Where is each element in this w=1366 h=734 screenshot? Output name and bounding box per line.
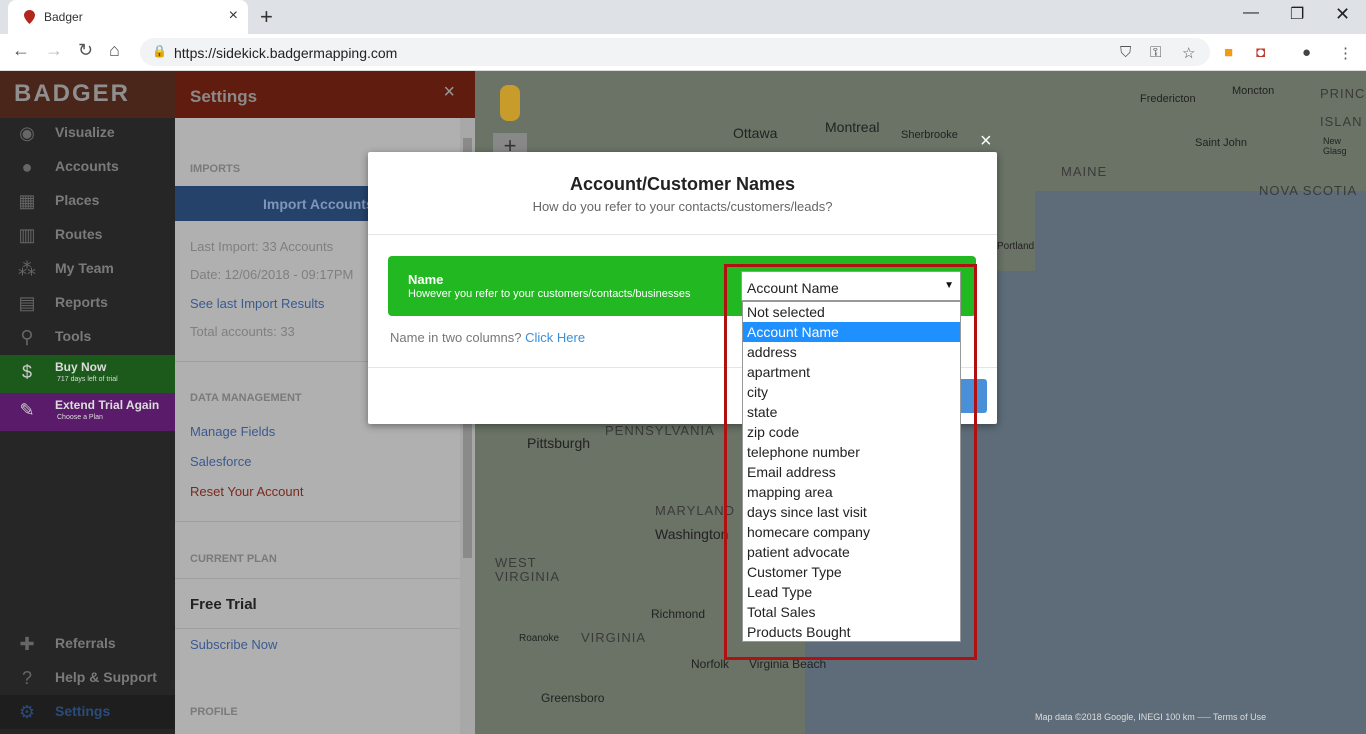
minimize-icon[interactable]: — xyxy=(1243,4,1259,22)
shield-icon[interactable]: ⛉ xyxy=(1120,44,1131,61)
back-icon[interactable]: ← xyxy=(12,40,30,61)
field-label: Name xyxy=(408,272,444,287)
tab-title: Badger xyxy=(44,10,83,24)
modal-subtitle: How do you refer to your contacts/custom… xyxy=(532,199,833,214)
browser-toolbar: ← → ↻ ⌂ 🔒 https://sidekick.badgermapping… xyxy=(0,34,1366,71)
click-here-link[interactable]: Click Here xyxy=(525,330,585,345)
pocket-icon[interactable]: ◘ xyxy=(1256,44,1265,61)
lock-icon: 🔒 xyxy=(152,44,167,58)
key-icon[interactable]: ⚿ xyxy=(1150,44,1161,61)
modal-title: Account/Customer Names xyxy=(569,174,796,194)
badger-favicon-icon xyxy=(24,10,35,24)
annotation-highlight-box xyxy=(724,264,977,660)
divider xyxy=(368,234,997,235)
star-icon[interactable]: ☆ xyxy=(1182,44,1195,62)
avatar[interactable]: ● xyxy=(1302,44,1311,61)
new-tab-icon[interactable]: + xyxy=(260,4,273,30)
address-bar[interactable]: 🔒 https://sidekick.badgermapping.com xyxy=(140,38,1210,66)
home-icon[interactable]: ⌂ xyxy=(109,40,120,61)
browser-tab-strip: Badger × + — ❐ ✕ xyxy=(0,0,1366,34)
tab-close-icon[interactable]: × xyxy=(229,7,238,25)
field-help-text: However you refer to your customers/cont… xyxy=(408,288,691,300)
url-text: https://sidekick.badgermapping.com xyxy=(174,45,398,61)
menu-icon[interactable]: ⋮ xyxy=(1338,44,1353,62)
forward-icon[interactable]: → xyxy=(45,40,63,61)
extension-icon[interactable]: ■ xyxy=(1224,44,1233,61)
restore-icon[interactable]: ❐ xyxy=(1290,4,1304,24)
window-close-icon[interactable]: ✕ xyxy=(1335,4,1350,25)
modal-close-icon[interactable]: × xyxy=(980,130,992,153)
reload-icon[interactable]: ↻ xyxy=(78,40,93,61)
browser-tab[interactable]: Badger × xyxy=(8,0,248,34)
two-columns-hint: Name in two columns? Click Here xyxy=(390,330,586,345)
